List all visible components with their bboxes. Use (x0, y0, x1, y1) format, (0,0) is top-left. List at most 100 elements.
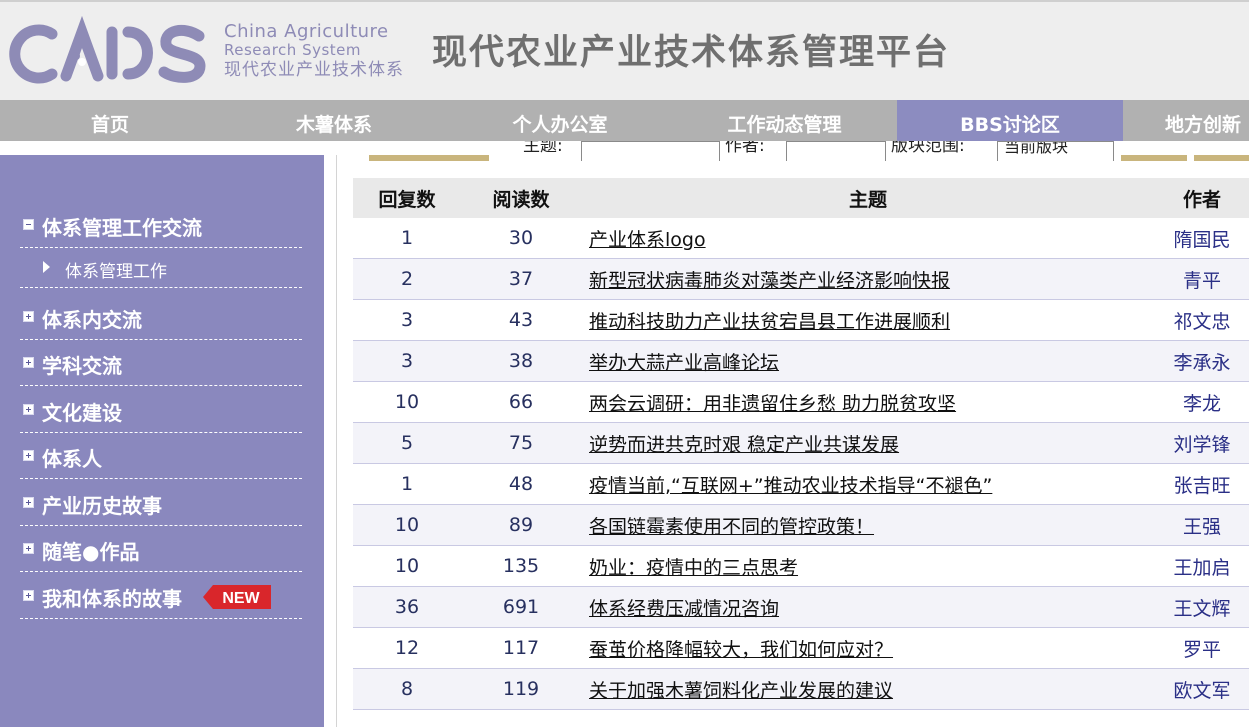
topic-cell: 产业体系logo (581, 218, 1155, 259)
table-row: 12 117 蚕茧价格降幅较大，我们如何应对？ 罗平 (353, 627, 1249, 669)
topic-link[interactable]: 奶业：疫情中的三点思考 (589, 557, 798, 579)
sidebar-item-history-stories[interactable]: 产业历史故事 (20, 482, 302, 526)
author-link[interactable]: 欧文军 (1155, 668, 1249, 710)
reply-count: 1 (353, 218, 461, 259)
header-replies[interactable]: 回复数 (353, 178, 461, 218)
header: China Agriculture Research System 现代农业产业… (0, 0, 1249, 100)
search-button[interactable] (1121, 155, 1187, 161)
content-divider (336, 155, 337, 727)
author-link[interactable]: 隋国民 (1155, 218, 1249, 259)
topic-link[interactable]: 蚕茧价格降幅较大，我们如何应对？ (589, 639, 893, 661)
sidebar-item-discipline-exchange[interactable]: 学科交流 (20, 342, 302, 386)
sidebar-item-people[interactable]: 体系人 (20, 435, 302, 479)
topic-link[interactable]: 产业体系logo (589, 229, 706, 251)
table-row: 3 43 推动科技助力产业扶贫宕昌县工作进展顺利 祁文忠 (353, 299, 1249, 341)
table-row: 8 119 关于加强木薯饲料化产业发展的建议 欧文军 (353, 668, 1249, 710)
author-link[interactable]: 王强 (1155, 504, 1249, 546)
table-row: 3 38 举办大蒜产业高峰论坛 李承永 (353, 340, 1249, 382)
expand-icon[interactable] (23, 497, 34, 508)
logo-en-line2: Research System (224, 41, 362, 59)
read-count: 117 (461, 627, 581, 669)
new-badge: NEW (203, 585, 271, 609)
sidebar-item-internal-exchange[interactable]: 体系内交流 (20, 296, 302, 340)
author-link[interactable]: 祁文忠 (1155, 299, 1249, 341)
reply-count: 12 (353, 627, 461, 669)
sidebar-item-essays[interactable]: 随笔●作品 (20, 528, 302, 572)
reply-count: 10 (353, 504, 461, 546)
sidebar-item-label: 体系管理工作交流 (42, 216, 202, 240)
triangle-right-icon (43, 261, 50, 273)
author-link[interactable]: 张吉旺 (1155, 463, 1249, 505)
sidebar-item-my-story[interactable]: 我和体系的故事 NEW (20, 575, 302, 619)
sidebar-item-management-exchange[interactable]: 体系管理工作交流 (20, 204, 302, 248)
topic-cell: 两会云调研：用非遗留住乡愁 助力脱贫攻坚 (581, 381, 1155, 423)
main-nav: 首页 木薯体系 个人办公室 工作动态管理 BBS讨论区 地方创新 (0, 100, 1249, 141)
topic-link[interactable]: 逆势而进共克时艰 稳定产业共谋发展 (589, 434, 899, 456)
cars-logo (9, 16, 206, 84)
sidebar-item-label: 体系人 (42, 447, 102, 471)
search-author-input[interactable] (786, 141, 886, 161)
search-topic-input[interactable] (581, 141, 720, 161)
sidebar-subitem-management-work[interactable]: 体系管理工作 (20, 252, 302, 288)
topic-link[interactable]: 新型冠状病毒肺炎对藻类产业经济影响快报 (589, 270, 950, 292)
table-row: 5 75 逆势而进共克时艰 稳定产业共谋发展 刘学锋 (353, 422, 1249, 464)
header-topic[interactable]: 主题 (581, 178, 1155, 218)
table-row: 36 691 体系经费压减情况咨询 王文辉 (353, 586, 1249, 628)
topic-link[interactable]: 疫情当前,“互联网+”推动农业技术指导“不褪色” (589, 475, 992, 497)
topic-cell: 疫情当前,“互联网+”推动农业技术指导“不褪色” (581, 463, 1155, 505)
search-left-tab[interactable] (369, 155, 489, 161)
topic-table: 回复数 阅读数 主题 作者 1 30 产业体系logo 隋国民 2 37 新型冠… (353, 178, 1249, 710)
collapse-icon[interactable] (23, 219, 34, 230)
author-link[interactable]: 刘学锋 (1155, 422, 1249, 464)
logo-cn: 现代农业产业技术体系 (224, 60, 404, 80)
nav-personal-office[interactable]: 个人办公室 (448, 100, 672, 141)
logo-en-line1: China Agriculture (224, 21, 389, 42)
expand-icon[interactable] (23, 450, 34, 461)
sidebar-item-culture[interactable]: 文化建设 (20, 389, 302, 433)
nav-bbs[interactable]: BBS讨论区 (897, 100, 1123, 141)
search-topic-label: 主题: (523, 141, 563, 156)
reply-count: 8 (353, 668, 461, 710)
author-link[interactable]: 罗平 (1155, 627, 1249, 669)
search-bar: 主题: 作者: 版块范围: 当前版块 (353, 141, 1249, 161)
read-count: 43 (461, 299, 581, 341)
header-author[interactable]: 作者 (1155, 178, 1249, 218)
site-title: 现代农业产业技术体系管理平台 (432, 33, 951, 73)
topic-link[interactable]: 各国链霉素使用不同的管控政策！ (589, 516, 874, 538)
nav-cassava-system[interactable]: 木薯体系 (220, 100, 448, 141)
topic-cell: 举办大蒜产业高峰论坛 (581, 340, 1155, 382)
author-link[interactable]: 李承永 (1155, 340, 1249, 382)
expand-icon[interactable] (23, 543, 34, 554)
topic-link[interactable]: 体系经费压减情况咨询 (589, 598, 779, 620)
reply-count: 36 (353, 586, 461, 628)
reply-count: 2 (353, 258, 461, 300)
nav-home[interactable]: 首页 (0, 100, 220, 141)
nav-local-innovation[interactable]: 地方创新 (1123, 100, 1249, 141)
read-count: 135 (461, 545, 581, 587)
advanced-search-button[interactable] (1194, 155, 1249, 161)
expand-icon[interactable] (23, 357, 34, 368)
topic-cell: 奶业：疫情中的三点思考 (581, 545, 1155, 587)
search-scope-select[interactable]: 当前版块 (997, 141, 1114, 161)
sidebar-item-label: 我和体系的故事 (42, 587, 182, 611)
sidebar-item-label: 学科交流 (42, 354, 122, 378)
expand-icon[interactable] (23, 590, 34, 601)
read-count: 89 (461, 504, 581, 546)
author-link[interactable]: 王加启 (1155, 545, 1249, 587)
expand-icon[interactable] (23, 404, 34, 415)
reply-count: 10 (353, 381, 461, 423)
table-header-row: 回复数 阅读数 主题 作者 (353, 178, 1249, 218)
author-link[interactable]: 李龙 (1155, 381, 1249, 423)
nav-work-dynamics[interactable]: 工作动态管理 (672, 100, 897, 141)
expand-icon[interactable] (23, 311, 34, 322)
header-reads[interactable]: 阅读数 (461, 178, 581, 218)
author-link[interactable]: 王文辉 (1155, 586, 1249, 628)
topic-link[interactable]: 举办大蒜产业高峰论坛 (589, 352, 779, 374)
sidebar-subitem-label: 体系管理工作 (65, 262, 167, 282)
topic-link[interactable]: 两会云调研：用非遗留住乡愁 助力脱贫攻坚 (589, 393, 956, 415)
author-link[interactable]: 青平 (1155, 258, 1249, 300)
table-row: 10 135 奶业：疫情中的三点思考 王加启 (353, 545, 1249, 587)
topic-link[interactable]: 关于加强木薯饲料化产业发展的建议 (589, 680, 893, 702)
topic-link[interactable]: 推动科技助力产业扶贫宕昌县工作进展顺利 (589, 311, 950, 333)
read-count: 30 (461, 218, 581, 259)
